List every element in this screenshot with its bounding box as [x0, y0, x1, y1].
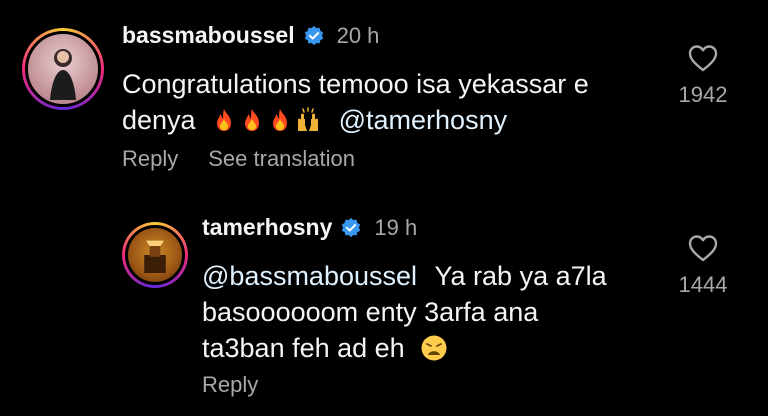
like-area: 1942: [668, 44, 738, 108]
avatar[interactable]: [122, 222, 188, 288]
see-translation-button[interactable]: See translation: [208, 146, 355, 172]
reply-button[interactable]: Reply: [202, 372, 258, 398]
comment-line: basoooooom enty 3arfa ana: [202, 297, 539, 327]
logo-icon: [144, 240, 166, 273]
like-count: 1444: [678, 272, 728, 297]
comment-header: tamerhosny 19 h: [202, 214, 417, 241]
fire-emoji-icon: [245, 109, 260, 131]
avatar[interactable]: [22, 28, 104, 110]
fire-emoji-icon: [273, 109, 288, 131]
like-area: 1444: [668, 234, 738, 298]
mention-link[interactable]: @bassmaboussel: [202, 261, 417, 291]
fire-emoji-icon: [217, 109, 232, 131]
comment-header: bassmaboussel 20 h: [122, 22, 379, 49]
comment-item: bassmaboussel 20 h Congratulations temoo…: [0, 0, 768, 200]
heart-icon[interactable]: [688, 44, 718, 72]
raising-hands-emoji-icon: [298, 107, 319, 131]
comment-words: ta3ban feh ad eh: [202, 333, 405, 363]
verified-badge-icon: [304, 25, 323, 45]
timestamp: 20 h: [336, 22, 380, 48]
reply-comment-item: tamerhosny 19 h @bassmaboussel Ya rab ya…: [0, 200, 768, 416]
timestamp: 19 h: [374, 214, 418, 240]
mention-link[interactable]: @tamerhosny: [339, 105, 507, 135]
person-icon: [50, 49, 76, 100]
comment-words: Ya rab ya a7la: [434, 261, 607, 291]
comment-line: Congratulations temooo isa yekassar e: [122, 69, 589, 99]
comment-actions: Reply See translation: [122, 146, 355, 172]
comment-text: Congratulations temooo isa yekassar e de…: [122, 66, 622, 138]
comment-line: ta3ban feh ad eh: [202, 330, 642, 366]
comment-text: @bassmaboussel Ya rab ya a7la basoooooom…: [202, 258, 642, 366]
username[interactable]: tamerhosny: [202, 214, 332, 241]
like-count: 1942: [678, 82, 728, 107]
username[interactable]: bassmaboussel: [122, 22, 295, 49]
comment-line: denya @tamerhosny: [122, 102, 622, 138]
comment-word: denya: [122, 105, 196, 135]
verified-badge-icon: [342, 217, 361, 237]
heart-icon[interactable]: [688, 234, 718, 262]
comment-actions: Reply: [202, 372, 258, 398]
weary-face-emoji-icon: [421, 335, 447, 361]
comment-line: @bassmaboussel Ya rab ya a7la: [202, 258, 642, 294]
reply-button[interactable]: Reply: [122, 146, 178, 172]
